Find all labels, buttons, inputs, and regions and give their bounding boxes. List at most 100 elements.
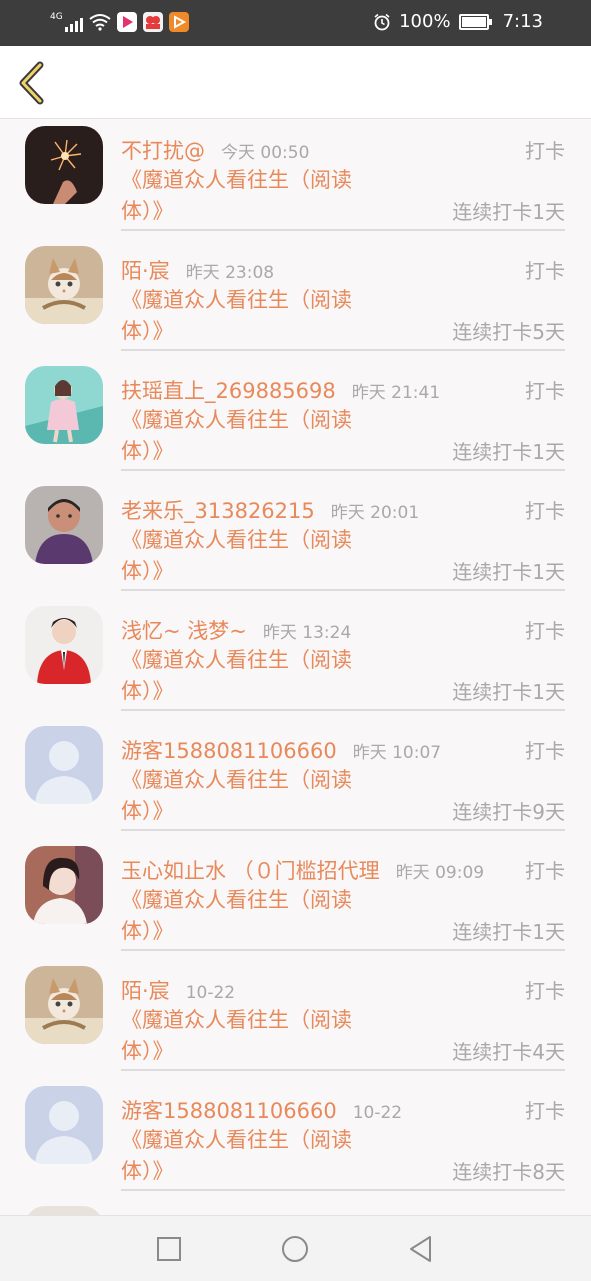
avatar[interactable]	[25, 846, 103, 924]
avatar[interactable]	[25, 1206, 103, 1215]
streak-label: 连续打卡1天	[452, 920, 565, 944]
list-item[interactable]: 玉心如止水 （０门槛招代理 昨天 09:09 打卡 《魔道众人看往生（阅读体）》…	[0, 839, 591, 959]
checkin-time: 10-22	[185, 983, 236, 1003]
streak-label: 连续打卡9天	[452, 800, 565, 824]
avatar[interactable]	[25, 606, 103, 684]
back-nav-icon[interactable]	[406, 1234, 436, 1264]
name-line: 游客1588081106660 10-22	[121, 1095, 402, 1125]
list-item[interactable]: 游客1588081106660 昨天 10:07 打卡 《魔道众人看往生（阅读体…	[0, 719, 591, 839]
checkin-tag: 打卡	[525, 739, 565, 763]
list-item[interactable]: 陌·宸 昨天 23:08 打卡 《魔道众人看往生（阅读体）》 连续打卡5天	[0, 239, 591, 359]
list-item[interactable]: 不打扰@ 今天 00:50 打卡 《魔道众人看往生（阅读体）》 连续打卡1天	[0, 119, 591, 239]
divider	[121, 1189, 565, 1191]
status-right: 100% 7:13	[373, 11, 543, 32]
list-item-partial[interactable]	[0, 1199, 591, 1215]
book-title[interactable]: 《魔道众人看往生（阅读体）》	[121, 645, 391, 707]
checkin-time: 10-22	[352, 1103, 403, 1123]
divider	[121, 949, 565, 951]
checkin-tag: 打卡	[525, 1099, 565, 1123]
book-title[interactable]: 《魔道众人看往生（阅读体）》	[121, 1005, 391, 1067]
user-name[interactable]: 陌·宸	[121, 975, 170, 1005]
streak-label: 连续打卡8天	[452, 1160, 565, 1184]
list-item[interactable]: 陌·宸 10-22 打卡 《魔道众人看往生（阅读体）》 连续打卡4天	[0, 959, 591, 1079]
book-title[interactable]: 《魔道众人看往生（阅读体）》	[121, 885, 391, 947]
streak-label: 连续打卡1天	[452, 200, 565, 224]
checkin-time: 昨天 13:24	[262, 623, 352, 643]
list-item[interactable]: 游客1588081106660 10-22 打卡 《魔道众人看往生（阅读体）》 …	[0, 1079, 591, 1199]
name-line: 游客1588081106660 昨天 10:07	[121, 735, 441, 765]
battery-icon	[458, 13, 492, 30]
wifi-icon	[89, 14, 111, 31]
avatar[interactable]	[25, 1086, 103, 1164]
avatar[interactable]	[25, 366, 103, 444]
checkin-time: 昨天 09:09	[395, 863, 485, 883]
checkin-time: 昨天 20:01	[330, 503, 420, 523]
list-item[interactable]: 老来乐_313826215 昨天 20:01 打卡 《魔道众人看往生（阅读体）》…	[0, 479, 591, 599]
divider	[121, 589, 565, 591]
checkin-time: 今天 00:50	[221, 143, 310, 163]
system-nav-bar	[0, 1215, 591, 1281]
game-app-icon	[142, 12, 163, 32]
play-app-icon	[168, 12, 189, 32]
streak-label: 连续打卡5天	[452, 320, 565, 344]
name-line: 陌·宸 昨天 23:08	[121, 255, 274, 285]
book-title[interactable]: 《魔道众人看往生（阅读体）》	[121, 405, 391, 467]
status-bar: 4G 100% 7:13	[0, 0, 591, 46]
name-line: 老来乐_313826215 昨天 20:01	[121, 495, 419, 525]
divider	[121, 349, 565, 351]
checkin-tag: 打卡	[525, 259, 565, 283]
name-line: 浅忆~ 浅梦~ 昨天 13:24	[121, 615, 351, 645]
divider	[121, 829, 565, 831]
user-name[interactable]: 扶瑶直上_269885698	[121, 375, 336, 405]
avatar[interactable]	[25, 726, 103, 804]
list-item[interactable]: 扶瑶直上_269885698 昨天 21:41 打卡 《魔道众人看往生（阅读体）…	[0, 359, 591, 479]
streak-label: 连续打卡4天	[452, 1040, 565, 1064]
home-icon[interactable]	[280, 1234, 310, 1264]
book-title[interactable]: 《魔道众人看往生（阅读体）》	[121, 765, 391, 827]
divider	[121, 1069, 565, 1071]
checkin-tag: 打卡	[525, 499, 565, 523]
header	[0, 46, 591, 119]
list-item[interactable]: 浅忆~ 浅梦~ 昨天 13:24 打卡 《魔道众人看往生（阅读体）》 连续打卡1…	[0, 599, 591, 719]
user-name[interactable]: 老来乐_313826215	[121, 495, 315, 525]
name-line: 陌·宸 10-22	[121, 975, 235, 1005]
divider	[121, 709, 565, 711]
back-arrow-icon[interactable]	[14, 60, 50, 106]
checkin-time: 昨天 23:08	[185, 263, 275, 283]
streak-label: 连续打卡1天	[452, 560, 565, 584]
checkin-tag: 打卡	[525, 619, 565, 643]
video-app-icon	[116, 12, 137, 32]
user-name[interactable]: 陌·宸	[121, 255, 170, 285]
checkin-tag: 打卡	[525, 379, 565, 403]
checkin-tag: 打卡	[525, 979, 565, 1003]
divider	[121, 469, 565, 471]
name-line: 玉心如止水 （０门槛招代理 昨天 09:09	[121, 855, 484, 885]
user-name[interactable]: 游客1588081106660	[121, 735, 337, 765]
user-name[interactable]: 浅忆~ 浅梦~	[121, 615, 247, 645]
avatar[interactable]	[25, 126, 103, 204]
signal-icon: 4G	[50, 12, 83, 32]
divider	[121, 229, 565, 231]
clock: 7:13	[502, 11, 543, 32]
checkin-tag: 打卡	[525, 139, 565, 163]
battery-percent: 100%	[399, 11, 451, 32]
user-name[interactable]: 游客1588081106660	[121, 1095, 337, 1125]
book-title[interactable]: 《魔道众人看往生（阅读体）》	[121, 525, 391, 587]
status-left: 4G	[50, 12, 189, 32]
avatar[interactable]	[25, 966, 103, 1044]
name-line: 不打扰@ 今天 00:50	[121, 135, 309, 165]
avatar[interactable]	[25, 486, 103, 564]
avatar[interactable]	[25, 246, 103, 324]
streak-label: 连续打卡1天	[452, 440, 565, 464]
book-title[interactable]: 《魔道众人看往生（阅读体）》	[121, 1125, 391, 1187]
user-name[interactable]: 玉心如止水 （０门槛招代理	[121, 855, 380, 885]
checkin-time: 昨天 21:41	[351, 383, 441, 403]
checkin-tag: 打卡	[525, 859, 565, 883]
user-name[interactable]: 不打扰@	[121, 135, 205, 165]
recent-apps-icon[interactable]	[154, 1234, 184, 1264]
checkin-time: 昨天 10:07	[352, 743, 442, 763]
alarm-icon	[374, 13, 390, 30]
book-title[interactable]: 《魔道众人看往生（阅读体）》	[121, 285, 391, 347]
name-line: 扶瑶直上_269885698 昨天 21:41	[121, 375, 440, 405]
book-title[interactable]: 《魔道众人看往生（阅读体）》	[121, 165, 391, 227]
